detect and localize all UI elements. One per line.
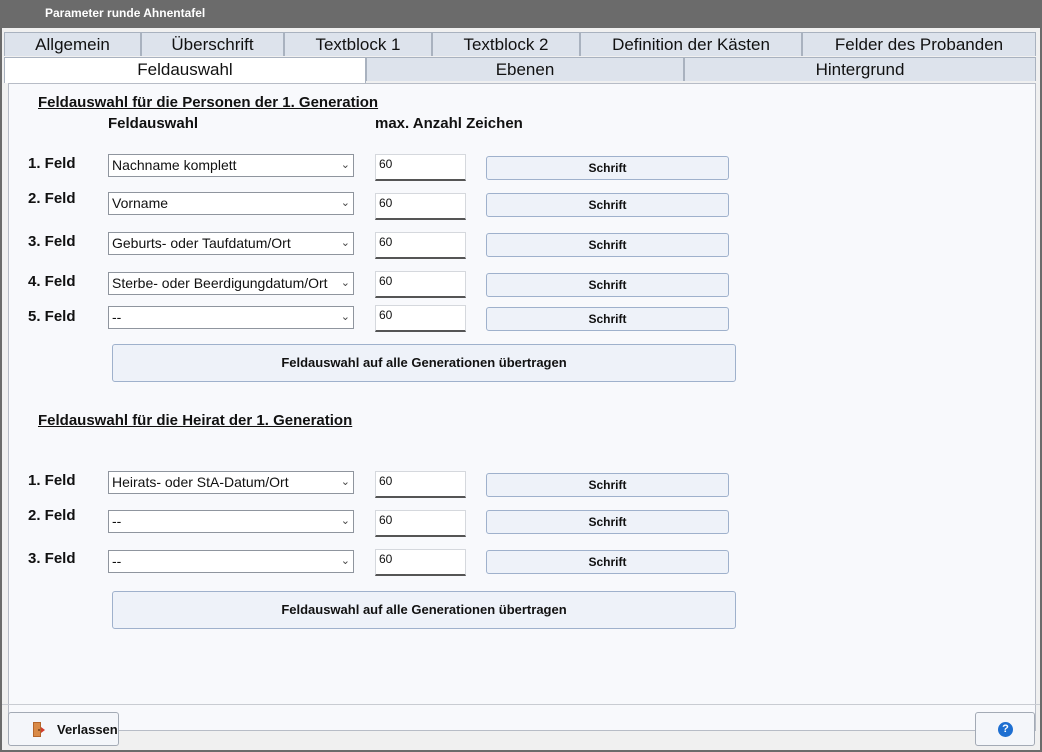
marriage-field-2-select[interactable]: -- ⌄ — [108, 510, 354, 533]
chevron-down-icon: ⌄ — [340, 515, 350, 527]
person-field-2-select[interactable]: Vorname ⌄ — [108, 192, 354, 215]
marriage-apply-all-generations-button[interactable]: Feldauswahl auf alle Generationen übertr… — [112, 591, 736, 629]
person-field-3-select[interactable]: Geburts- oder Taufdatum/Ort ⌄ — [108, 232, 354, 255]
person-field-1-label: 1. Feld — [28, 155, 76, 172]
person-field-2-max-input[interactable]: 60 — [375, 193, 466, 220]
feldauswahl-panel: Feldauswahl für die Personen der 1. Gene… — [8, 83, 1036, 731]
person-field-5-font-button[interactable]: Schrift — [486, 307, 729, 331]
marriage-field-2-font-button[interactable]: Schrift — [486, 510, 729, 534]
title-bar: Parameter runde Ahnentafel — [0, 0, 1042, 28]
marriage-field-3-font-button[interactable]: Schrift — [486, 550, 729, 574]
chevron-down-icon: ⌄ — [340, 197, 350, 209]
chevron-down-icon: ⌄ — [340, 159, 350, 171]
chevron-down-icon: ⌄ — [340, 311, 350, 323]
person-field-4-label: 4. Feld — [28, 273, 76, 290]
help-icon: ? — [998, 722, 1013, 737]
person-field-4-value: Sterbe- oder Beerdigungdatum/Ort — [112, 275, 328, 291]
chevron-down-icon: ⌄ — [340, 555, 350, 567]
tab-allgemein[interactable]: Allgemein — [4, 32, 141, 56]
help-button[interactable]: ? — [975, 712, 1035, 746]
person-field-1-font-button[interactable]: Schrift — [486, 156, 729, 180]
person-field-1-max-input[interactable]: 60 — [375, 154, 466, 181]
person-field-5-select[interactable]: -- ⌄ — [108, 306, 354, 329]
tab-hintergrund[interactable]: Hintergrund — [684, 57, 1036, 81]
marriage-field-2-label: 2. Feld — [28, 507, 76, 524]
marriage-field-3-max-input[interactable]: 60 — [375, 549, 466, 576]
marriage-section-title: Feldauswahl für die Heirat der 1. Genera… — [38, 412, 353, 429]
column-header-field: Feldauswahl — [108, 115, 199, 132]
person-field-4-font-button[interactable]: Schrift — [486, 273, 729, 297]
person-field-3-label: 3. Feld — [28, 233, 76, 250]
person-field-1-value: Nachname komplett — [112, 157, 237, 173]
person-field-1-select[interactable]: Nachname komplett ⌄ — [108, 154, 354, 177]
marriage-field-1-max-input[interactable]: 60 — [375, 471, 466, 498]
marriage-field-1-value: Heirats- oder StA-Datum/Ort — [112, 474, 289, 490]
window-title: Parameter runde Ahnentafel — [45, 6, 206, 20]
tab-textblock-2[interactable]: Textblock 2 — [432, 32, 580, 56]
person-field-3-font-button[interactable]: Schrift — [486, 233, 729, 257]
marriage-field-3-select[interactable]: -- ⌄ — [108, 550, 354, 573]
person-field-3-max-input[interactable]: 60 — [375, 232, 466, 259]
column-header-max-chars: max. Anzahl Zeichen — [375, 115, 523, 132]
chevron-down-icon: ⌄ — [340, 277, 350, 289]
marriage-field-1-select[interactable]: Heirats- oder StA-Datum/Ort ⌄ — [108, 471, 354, 494]
tab-textblock-1[interactable]: Textblock 1 — [284, 32, 432, 56]
person-field-2-value: Vorname — [112, 195, 169, 211]
marriage-field-2-max-input[interactable]: 60 — [375, 510, 466, 537]
tab-feldauswahl[interactable]: Feldauswahl — [4, 57, 366, 83]
tab-definition-der-kaesten[interactable]: Definition der Kästen — [580, 32, 802, 56]
person-field-2-font-button[interactable]: Schrift — [486, 193, 729, 217]
tab-ebenen[interactable]: Ebenen — [366, 57, 684, 81]
tab-felder-des-probanden[interactable]: Felder des Probanden — [802, 32, 1036, 56]
person-field-5-label: 5. Feld — [28, 308, 76, 325]
person-field-4-select[interactable]: Sterbe- oder Beerdigungdatum/Ort ⌄ — [108, 272, 354, 295]
marriage-field-3-value: -- — [112, 553, 122, 569]
chevron-down-icon: ⌄ — [340, 476, 350, 488]
exit-door-icon — [31, 721, 47, 741]
person-field-5-value: -- — [112, 309, 122, 325]
persons-section-title: Feldauswahl für die Personen der 1. Gene… — [38, 94, 379, 111]
person-field-3-value: Geburts- oder Taufdatum/Ort — [112, 235, 291, 251]
person-field-4-max-input[interactable]: 60 — [375, 271, 466, 298]
marriage-field-1-font-button[interactable]: Schrift — [486, 473, 729, 497]
persons-apply-all-generations-button[interactable]: Feldauswahl auf alle Generationen übertr… — [112, 344, 736, 382]
person-field-5-max-input[interactable]: 60 — [375, 305, 466, 332]
tab-ueberschrift[interactable]: Überschrift — [141, 32, 284, 56]
person-field-2-label: 2. Feld — [28, 190, 76, 207]
exit-button[interactable]: Verlassen — [8, 712, 119, 746]
footer-divider — [2, 704, 1040, 705]
exit-button-label: Verlassen — [57, 722, 118, 737]
dialog-window: Allgemein Überschrift Textblock 1 Textbl… — [2, 28, 1040, 750]
marriage-field-2-value: -- — [112, 513, 122, 529]
chevron-down-icon: ⌄ — [340, 237, 350, 249]
marriage-field-3-label: 3. Feld — [28, 550, 76, 567]
marriage-field-1-label: 1. Feld — [28, 472, 76, 489]
